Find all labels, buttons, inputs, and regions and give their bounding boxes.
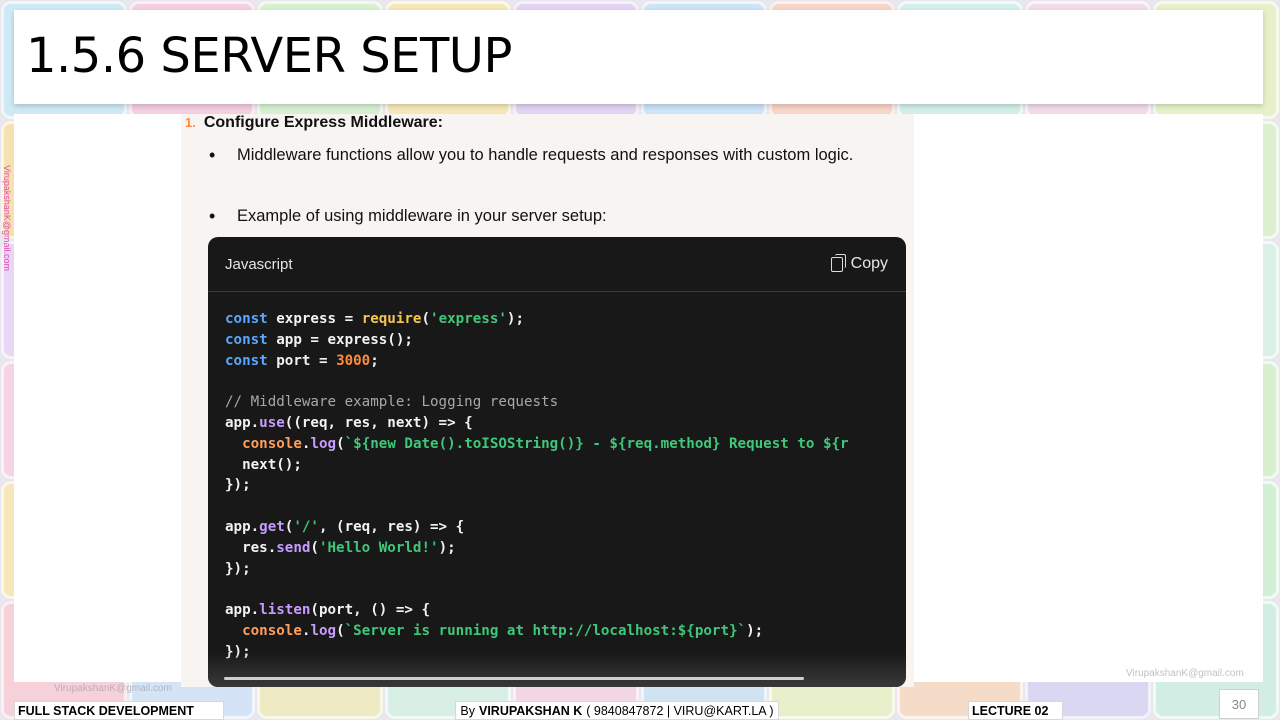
- footer-author: By VIRUPAKSHAN K ( 9840847872 | VIRU@KAR…: [455, 701, 779, 720]
- code-line: console.log(`${new Date().toISOString()}…: [242, 435, 849, 452]
- code-line: console.log(`Server is running at http:/…: [242, 622, 764, 639]
- step-title: Configure Express Middleware:: [203, 114, 444, 131]
- bullet-item: Middleware functions allow you to handle…: [209, 142, 889, 169]
- footer-by: By: [460, 703, 475, 718]
- slide-title: 1.5.6 SERVER SETUP: [26, 28, 512, 84]
- code-line: app.use((req, res, next) => {: [225, 414, 473, 431]
- email-watermark-left: VirupakshanK@gmail.com: [54, 683, 172, 694]
- code-line: const express = require('express');: [225, 311, 524, 327]
- email-watermark-right: VirupakshanK@gmail.com: [1126, 668, 1244, 679]
- copy-label: Copy: [850, 255, 888, 272]
- code-horizontal-scrollbar[interactable]: [224, 677, 804, 680]
- code-fade: [208, 651, 906, 687]
- code-line: const port = 3000;: [225, 352, 379, 369]
- code-line: next();: [225, 456, 302, 473]
- page-number: 30: [1219, 689, 1259, 719]
- footer-lecture: LECTURE 02: [968, 701, 1063, 720]
- code-language-label: Javascript: [225, 255, 293, 273]
- code-content: const express = require('express'); cons…: [208, 292, 906, 663]
- code-line: res.send('Hello World!');: [225, 539, 456, 556]
- code-line: });: [225, 477, 251, 494]
- step-heading: 1. Configure Express Middleware:: [185, 114, 443, 132]
- code-line: const app = express();: [225, 331, 413, 348]
- footer-course: FULL STACK DEVELOPMENT: [14, 701, 224, 720]
- code-line: app.get('/', (req, res) => {: [225, 518, 465, 535]
- bullet-list: Middleware functions allow you to handle…: [209, 142, 889, 169]
- code-line: });: [225, 560, 251, 577]
- title-band: 1.5.6 SERVER SETUP: [14, 10, 1263, 104]
- code-line: app.listen(port, () => {: [225, 602, 431, 619]
- code-line: // Middleware example: Logging requests: [225, 394, 559, 411]
- footer-contact: ( 9840847872 | VIRU@KART.LA ): [586, 703, 774, 718]
- code-header: Javascript Copy: [208, 237, 906, 292]
- footer-author-name: VIRUPAKSHAN K: [479, 703, 583, 718]
- code-block: Javascript Copy const express = require(…: [208, 237, 906, 687]
- bullet-item: Example of using middleware in your serv…: [209, 203, 889, 230]
- step-number: 1.: [185, 115, 196, 130]
- bullet-list: Example of using middleware in your serv…: [209, 203, 889, 230]
- copy-icon: [830, 253, 846, 272]
- copy-button[interactable]: Copy: [830, 253, 888, 273]
- side-email-watermark: VirupakshanK@gmail.com: [2, 165, 12, 272]
- document-screenshot: 1. Configure Express Middleware: Middlewa…: [181, 114, 914, 687]
